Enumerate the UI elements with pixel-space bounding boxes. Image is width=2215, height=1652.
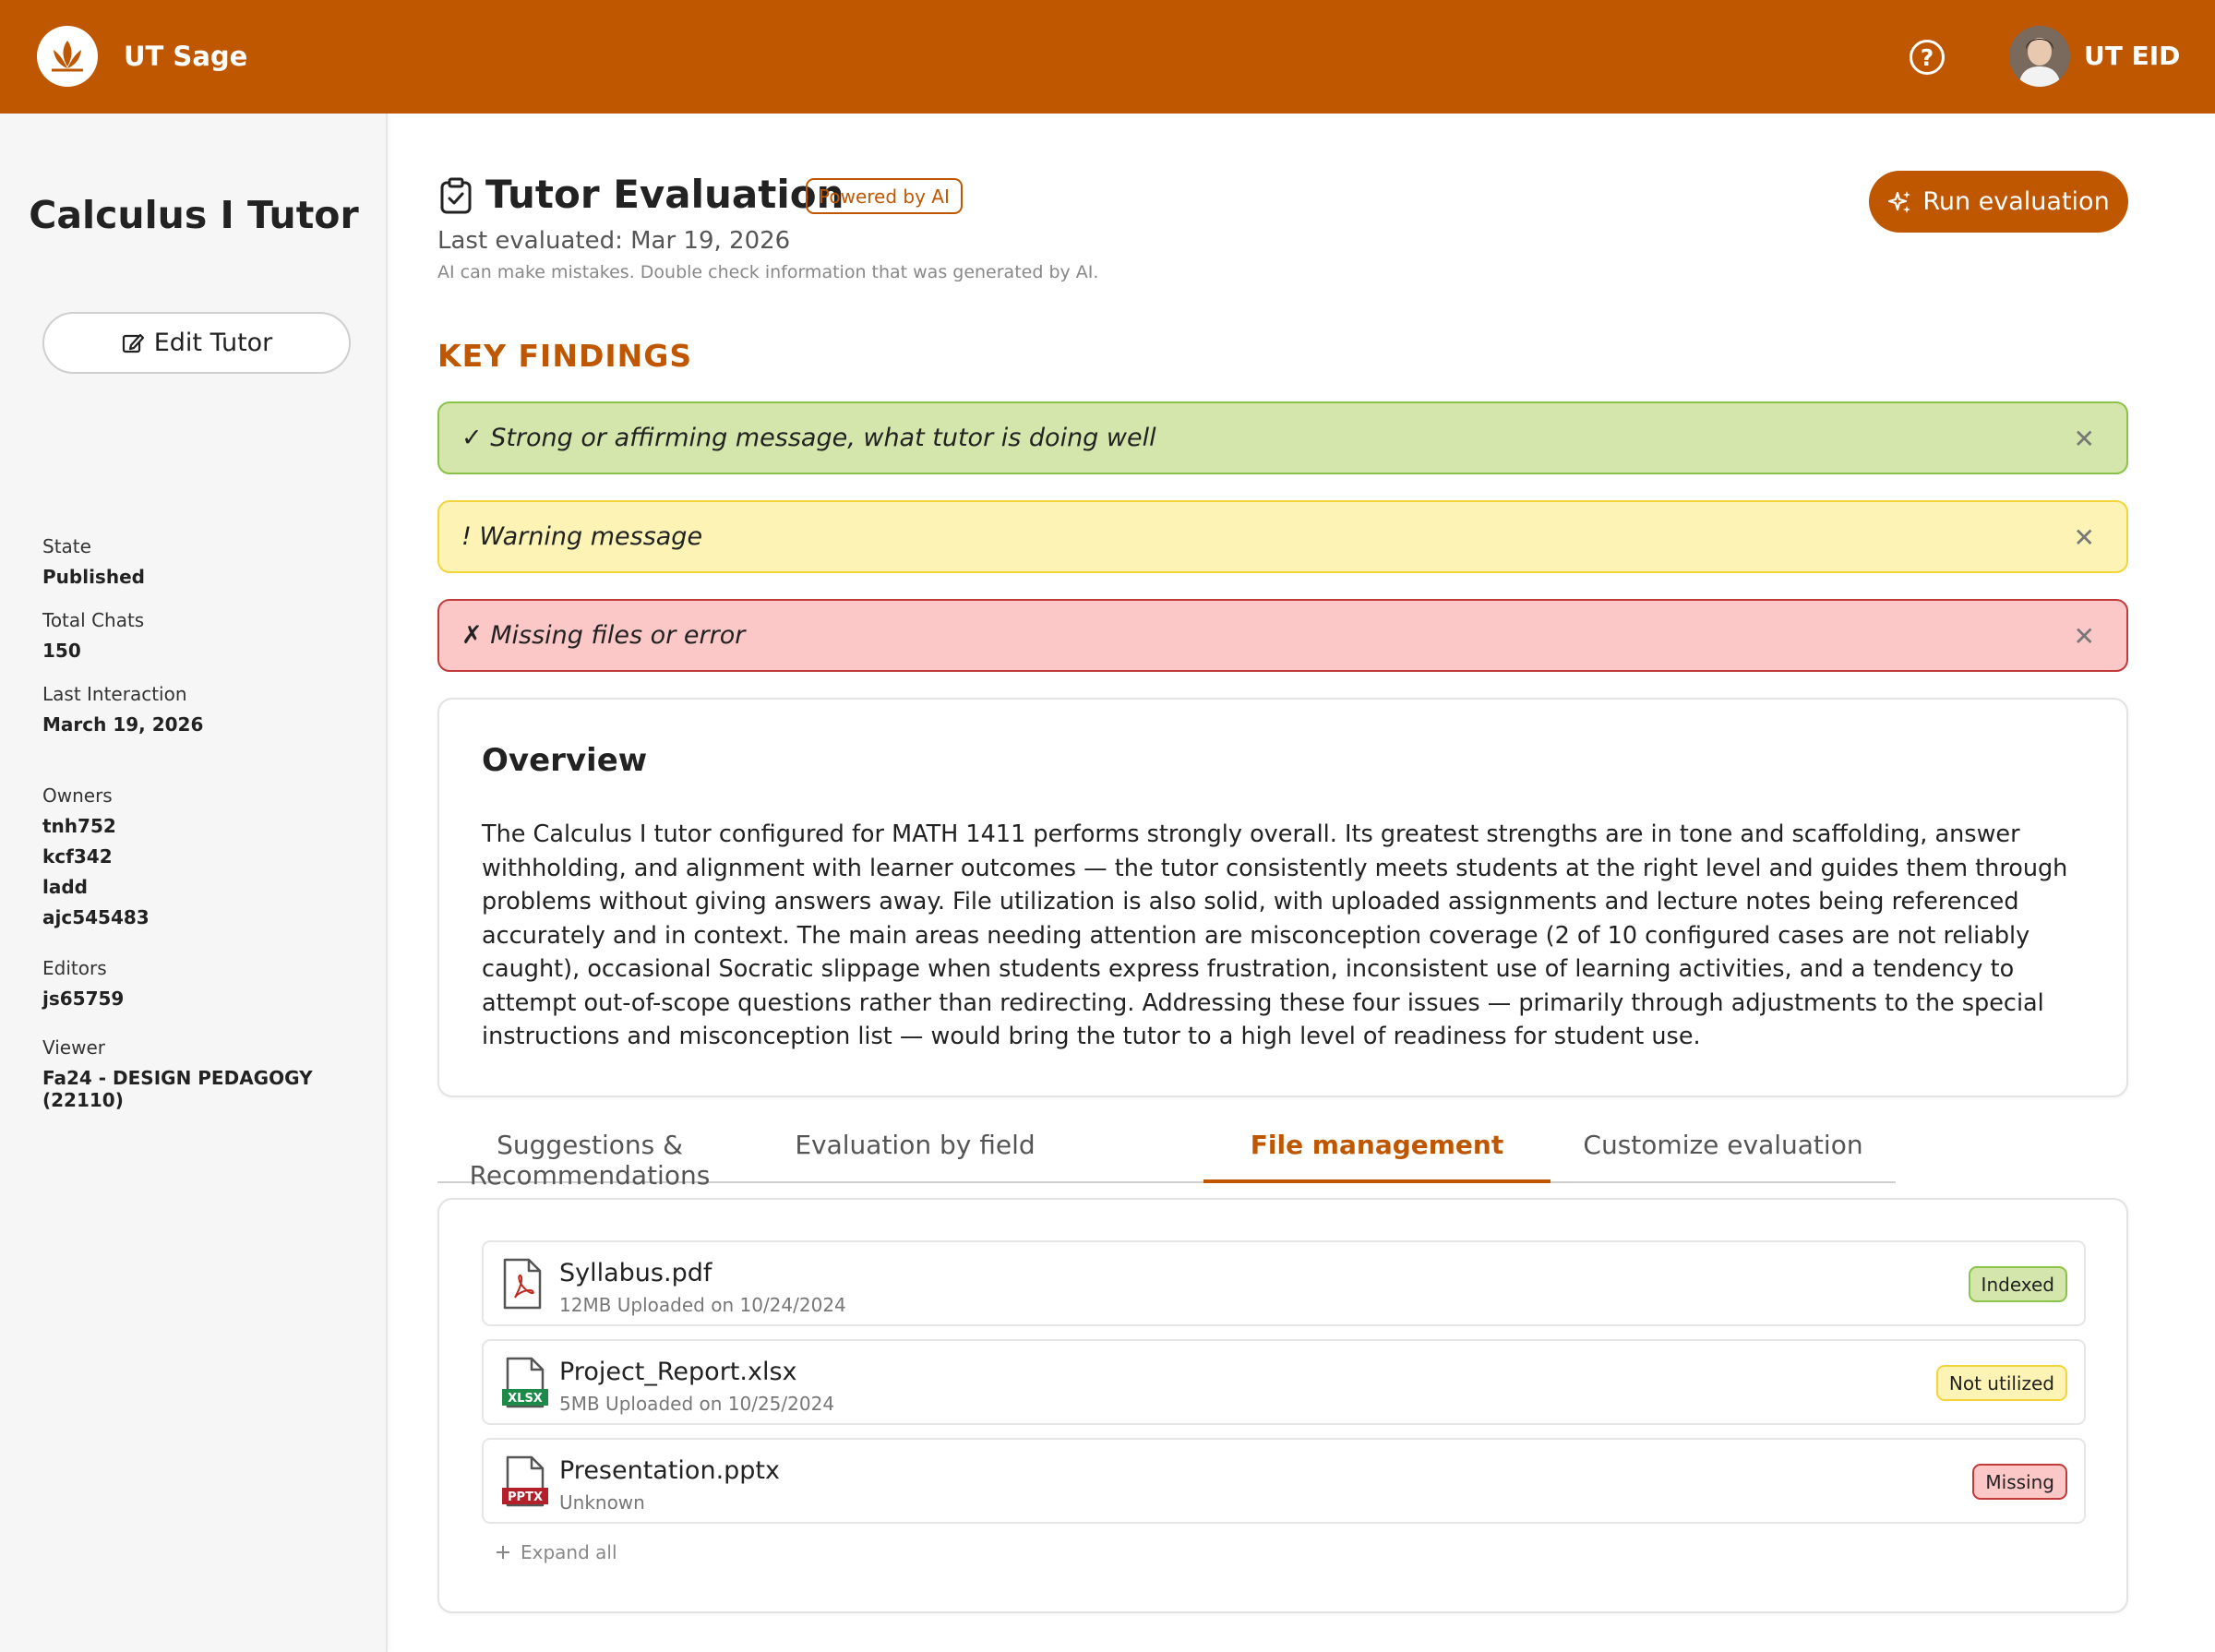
plus-icon <box>497 1546 509 1559</box>
viewer-value: Fa24 - DESIGN PEDAGOGY (22110) <box>42 1067 313 1111</box>
xlsx-file-icon: XLSX <box>502 1357 548 1408</box>
file-name: Syllabus.pdf <box>559 1259 712 1287</box>
viewer-label: Viewer <box>42 1036 105 1059</box>
page-title: Tutor Evaluation <box>485 172 844 217</box>
alert-text: ✓ Strong or affirming message, what tuto… <box>461 424 1156 452</box>
close-icon[interactable]: ✕ <box>2074 522 2095 553</box>
file-row[interactable]: XLSX Project_Report.xlsx 5MB Uploaded on… <box>482 1339 2086 1425</box>
xlsx-tag: XLSX <box>508 1392 543 1406</box>
brand-name[interactable]: UT Sage <box>124 41 247 72</box>
alert-text: ! Warning message <box>461 522 703 551</box>
owner-item: kcf342 <box>42 845 113 868</box>
pdf-file-icon <box>503 1258 542 1310</box>
overview-title: Overview <box>482 742 648 779</box>
evaluation-tabs: Suggestions & Recommendations Evaluation… <box>437 1130 1896 1191</box>
status-badge: Indexed <box>1968 1266 2067 1302</box>
avatar[interactable] <box>2009 26 2070 87</box>
error-alert: ✗ Missing files or error ✕ <box>437 599 2128 672</box>
file-name: Presentation.pptx <box>559 1456 780 1485</box>
total-chats-label: Total Chats <box>42 609 145 631</box>
expand-all-button[interactable]: Expand all <box>495 1541 617 1563</box>
pptx-tag: PPTX <box>508 1490 543 1504</box>
total-chats-value: 150 <box>42 640 81 662</box>
tab-suggestions[interactable]: Suggestions & Recommendations <box>437 1130 742 1191</box>
ut-sage-logo-icon[interactable] <box>37 26 98 87</box>
owner-item: ajc545483 <box>42 906 150 928</box>
overview-text: The Calculus I tutor configured for MATH… <box>482 820 2068 1050</box>
file-meta: Unknown <box>559 1491 645 1514</box>
status-badge: Not utilized <box>1935 1365 2067 1401</box>
pptx-file-icon: PPTX <box>502 1455 548 1507</box>
file-meta: 12MB Uploaded on 10/24/2024 <box>559 1294 846 1316</box>
warning-alert: ! Warning message ✕ <box>437 500 2128 573</box>
help-icon[interactable]: ? <box>1910 40 1945 75</box>
tab-customize-evaluation[interactable]: Customize evaluation <box>1550 1130 1896 1183</box>
last-evaluated: Last evaluated: Mar 19, 2026 <box>437 227 791 255</box>
state-value: Published <box>42 566 145 588</box>
sparkles-icon <box>1888 190 1911 213</box>
last-interaction-value: March 19, 2026 <box>42 713 204 736</box>
expand-all-label: Expand all <box>521 1541 617 1563</box>
tab-file-management[interactable]: File management <box>1203 1130 1550 1183</box>
overview-card: Overview The Calculus I tutor configured… <box>437 698 2128 1097</box>
top-bar: UT Sage ? UT EID <box>0 0 2215 114</box>
clipboard-check-icon <box>440 177 472 214</box>
file-management-card: Syllabus.pdf 12MB Uploaded on 10/24/2024… <box>437 1198 2128 1613</box>
file-row[interactable]: Syllabus.pdf 12MB Uploaded on 10/24/2024… <box>482 1240 2086 1326</box>
alert-text: ✗ Missing files or error <box>461 621 746 650</box>
close-icon[interactable]: ✕ <box>2074 621 2095 652</box>
sidebar: Calculus I Tutor Edit Tutor State Publis… <box>0 114 388 1652</box>
tutor-name: Calculus I Tutor <box>29 193 359 237</box>
tab-evaluation-by-field[interactable]: Evaluation by field <box>742 1130 1088 1183</box>
file-name: Project_Report.xlsx <box>559 1358 797 1386</box>
edit-tutor-button[interactable]: Edit Tutor <box>42 312 351 374</box>
edit-icon <box>122 333 144 353</box>
editor-item: js65759 <box>42 988 125 1010</box>
key-findings-title: KEY FINDINGS <box>437 338 693 374</box>
run-evaluation-button[interactable]: Run evaluation <box>1869 171 2128 233</box>
close-icon[interactable]: ✕ <box>2074 424 2095 454</box>
state-label: State <box>42 535 91 557</box>
editors-label: Editors <box>42 957 107 979</box>
edit-tutor-label: Edit Tutor <box>153 329 273 357</box>
run-evaluation-label: Run evaluation <box>1922 187 2110 216</box>
owner-item: tnh752 <box>42 815 116 837</box>
ai-disclaimer: AI can make mistakes. Double check infor… <box>437 262 1099 282</box>
user-label[interactable]: UT EID <box>2084 41 2180 71</box>
status-badge: Missing <box>1972 1464 2067 1500</box>
file-meta: 5MB Uploaded on 10/25/2024 <box>559 1393 835 1415</box>
owner-item: ladd <box>42 876 88 898</box>
last-interaction-label: Last Interaction <box>42 683 187 705</box>
owners-label: Owners <box>42 784 113 807</box>
file-row[interactable]: PPTX Presentation.pptx Unknown Missing <box>482 1438 2086 1524</box>
powered-by-ai-badge: Powered by AI <box>806 178 963 214</box>
success-alert: ✓ Strong or affirming message, what tuto… <box>437 401 2128 474</box>
